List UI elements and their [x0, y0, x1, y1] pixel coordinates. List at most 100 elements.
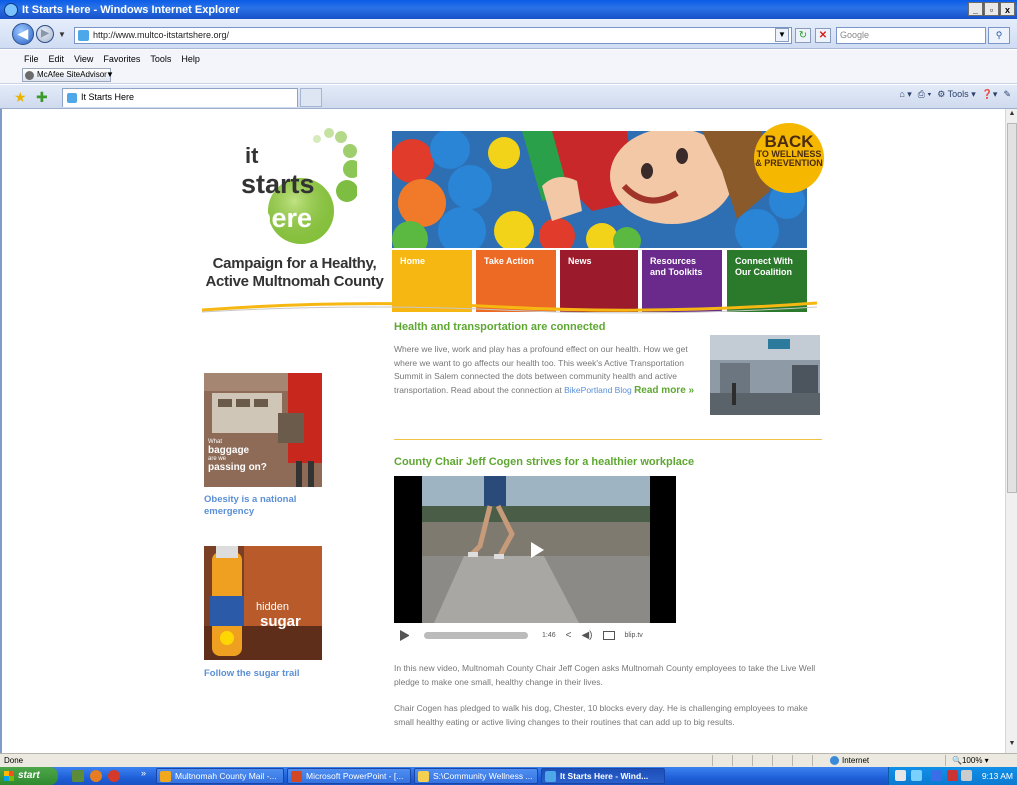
research-icon[interactable]: ✎	[1003, 89, 1011, 100]
tools-menu[interactable]: ⚙ Tools ▾	[937, 89, 975, 100]
security-zone[interactable]: Internet	[828, 754, 869, 767]
video-player[interactable]	[394, 476, 676, 623]
menu-bar: File Edit View Favorites Tools Help	[0, 50, 1017, 67]
back-button[interactable]: ◀	[12, 23, 34, 45]
article-title-health-transportation[interactable]: Health and transportation are connected	[394, 321, 605, 333]
help-icon[interactable]: ❓▾	[982, 89, 998, 100]
address-input[interactable]: http://www.multco-itstartshere.org/	[74, 27, 792, 44]
badge-line3: & PREVENTION	[755, 158, 823, 168]
bikeportland-blog-link[interactable]: BikePortland Blog	[564, 385, 632, 395]
taskbar-item-mail[interactable]: Multnomah County Mail -...	[156, 768, 284, 784]
zoom-level[interactable]: 🔍100% ▾	[952, 754, 989, 767]
tab-bar: ★ ✚ It Starts Here ⌂ ▾ ⎙ ▾ ⚙ Tools ▾ ❓▾ …	[0, 85, 1017, 109]
bliptv-label[interactable]: blip.tv	[625, 632, 643, 639]
menu-file[interactable]: File	[24, 54, 39, 64]
quicklaunch-more-icon[interactable]: »	[141, 768, 146, 778]
article2-paragraph1: In this new video, Multnomah County Chai…	[394, 663, 816, 687]
fullscreen-icon[interactable]	[602, 630, 615, 640]
status-divider	[752, 755, 753, 766]
url-text: http://www.multco-itstartshere.org/	[93, 30, 230, 40]
network-tray-icon[interactable]	[911, 770, 922, 781]
video-progress-bar[interactable]	[424, 631, 528, 639]
search-icon[interactable]: ⚲	[988, 27, 1010, 44]
transit-station-photo	[710, 335, 820, 415]
taskbar-item-ie[interactable]: It Starts Here - Wind...	[541, 768, 665, 784]
scroll-thumb[interactable]	[1007, 123, 1017, 493]
tagline-line2: Active Multnomah County	[205, 273, 384, 290]
it-starts-here-logo[interactable]: it starts here	[237, 123, 357, 253]
start-button[interactable]: start	[0, 767, 58, 785]
play-icon[interactable]	[400, 629, 410, 641]
print-icon[interactable]: ⎙ ▾	[918, 89, 931, 100]
task-label: It Starts Here - Wind...	[560, 771, 649, 781]
status-bar: Done Internet 🔍100% ▾	[0, 753, 1017, 767]
baggage-promo-image[interactable]: What baggage are we passing on?	[204, 373, 322, 487]
address-dropdown-icon[interactable]: ▼	[775, 28, 789, 42]
mcafee-siteadvisor-button[interactable]: McAfee SiteAdvisor	[22, 68, 111, 82]
mcafee-dropdown-icon[interactable]: ▼	[106, 70, 114, 79]
help-tray-icon[interactable]	[895, 770, 906, 781]
back-to-wellness-badge[interactable]: BACK TO WELLNESS & PREVENTION	[754, 123, 824, 193]
status-divider	[812, 755, 813, 766]
clock[interactable]: 9:13 AM	[982, 767, 1013, 785]
firefox-icon[interactable]	[90, 770, 102, 782]
new-tab-button[interactable]	[300, 88, 322, 107]
sugar-trail-link[interactable]: Follow the sugar trail	[204, 668, 324, 679]
search-input[interactable]: Google	[836, 27, 986, 44]
mcafee-tray-icon[interactable]	[947, 770, 958, 781]
window-controls: _ ▫ x	[968, 2, 1015, 16]
maximize-button[interactable]: ▫	[984, 2, 999, 16]
hidden-sugar-promo-image[interactable]: hidden sugar	[204, 546, 322, 660]
refresh-button[interactable]: ↻	[795, 28, 811, 43]
forward-button[interactable]: ▶	[36, 25, 54, 43]
menu-edit[interactable]: Edit	[49, 54, 65, 64]
promo1-caption-big2: passing on?	[208, 462, 267, 473]
app-launch-icon[interactable]	[108, 770, 120, 782]
mail-app-icon	[160, 771, 171, 782]
add-favorites-icon[interactable]: ✚	[36, 89, 48, 106]
scroll-up-icon[interactable]: ▲	[1007, 110, 1017, 122]
status-text: Done	[4, 756, 24, 765]
show-desktop-icon[interactable]	[72, 770, 84, 782]
promo2-caption2: sugar	[260, 613, 301, 630]
article-body-health-transportation: Where we live, work and play has a profo…	[394, 343, 706, 397]
folder-icon	[418, 771, 429, 782]
nav-home-label: Home	[400, 256, 426, 266]
favorites-star-icon[interactable]: ★	[14, 89, 27, 106]
volume-icon[interactable]: ◀)	[581, 630, 592, 641]
taskbar-item-folder[interactable]: S:\Community Wellness ...	[414, 768, 538, 784]
scroll-down-icon[interactable]: ▼	[1007, 740, 1017, 752]
window-title: It Starts Here - Windows Internet Explor…	[22, 3, 240, 16]
article-title-jeff-cogen[interactable]: County Chair Jeff Cogen strives for a he…	[394, 456, 694, 468]
vertical-scrollbar[interactable]: ▲ ▼	[1005, 109, 1017, 753]
home-icon[interactable]: ⌂ ▾	[899, 89, 911, 100]
taskbar-item-powerpoint[interactable]: Microsoft PowerPoint - [...	[287, 768, 411, 784]
logo-word-starts: starts	[241, 169, 315, 199]
system-tray: 9:13 AM	[888, 767, 1017, 785]
recent-pages-dropdown-icon[interactable]: ▼	[58, 30, 66, 39]
security-tray-icon[interactable]	[931, 770, 942, 781]
share-icon[interactable]: <	[566, 630, 572, 641]
menu-favorites[interactable]: Favorites	[103, 54, 140, 64]
nav-connect-label: Connect With	[735, 256, 793, 266]
minimize-button[interactable]: _	[968, 2, 983, 16]
article2-paragraph2: Chair Cogen has pledged to walk his dog,…	[394, 703, 808, 727]
ie-logo-icon	[4, 2, 18, 17]
task-label: Microsoft PowerPoint - [...	[306, 771, 404, 781]
logo-word-here: here	[255, 203, 312, 233]
volume-tray-icon[interactable]	[961, 770, 972, 781]
nav-take-action-label: Take Action	[484, 256, 535, 266]
command-bar: ⌂ ▾ ⎙ ▾ ⚙ Tools ▾ ❓▾ ✎	[899, 89, 1011, 100]
read-more-link[interactable]: Read more »	[634, 385, 694, 396]
menu-tools[interactable]: Tools	[150, 54, 171, 64]
nav-news-label: News	[568, 256, 592, 266]
obesity-emergency-link[interactable]: Obesity is a national emergency	[204, 494, 324, 518]
menu-help[interactable]: Help	[181, 54, 200, 64]
menu-view[interactable]: View	[74, 54, 93, 64]
close-button[interactable]: x	[1000, 2, 1015, 16]
tab-it-starts-here[interactable]: It Starts Here	[62, 88, 298, 107]
stop-button[interactable]: ✕	[815, 28, 831, 43]
nav-connect-label2: Our Coalition	[735, 267, 792, 277]
window-titlebar: It Starts Here - Windows Internet Explor…	[0, 0, 1017, 19]
windows-taskbar: start » Multnomah County Mail -... Micro…	[0, 767, 1017, 785]
